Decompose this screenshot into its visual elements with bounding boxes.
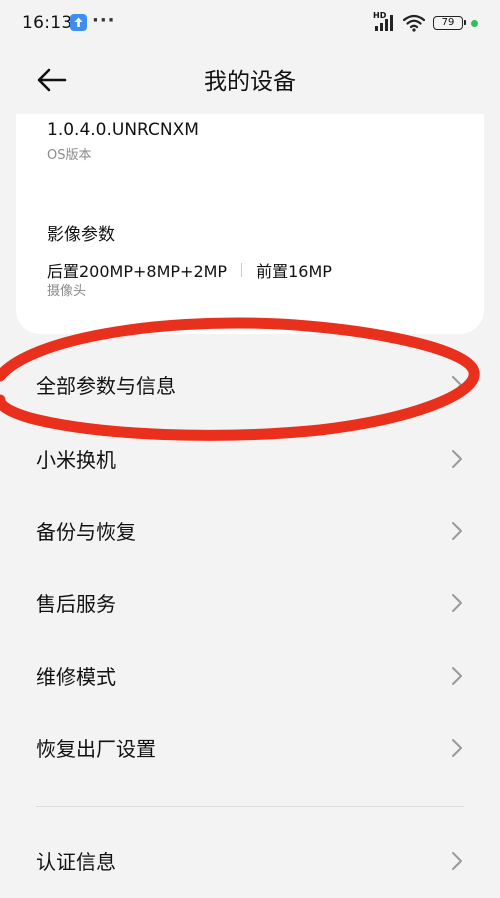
menu-item-backup-restore[interactable]: 备份与恢复 [0, 496, 500, 568]
menu-item-label: 备份与恢复 [36, 520, 136, 544]
rear-camera-value: 后置200MP+8MP+2MP [47, 262, 228, 281]
camera-label: 摄像头 [47, 284, 87, 299]
camera-divider [241, 263, 243, 277]
menu-item-factory-reset[interactable]: 恢复出厂设置 [0, 713, 500, 785]
menu-item-label: 全部参数与信息 [36, 374, 176, 398]
status-indicators: HD 79 [373, 12, 478, 33]
wifi-icon [403, 14, 425, 32]
chevron-right-icon [452, 667, 462, 685]
app-header: 我的设备 [0, 48, 500, 112]
menu-item-label: 恢复出厂设置 [36, 737, 156, 761]
page-title: 我的设备 [204, 69, 296, 95]
menu-item-after-sales[interactable]: 售后服务 [0, 568, 500, 640]
more-notifications-icon: ··· [92, 10, 116, 31]
menu-item-label: 认证信息 [36, 850, 116, 874]
menu-item-phone-transfer[interactable]: 小米换机 [0, 424, 500, 496]
status-bar: 16:13 ··· HD 79 [0, 0, 500, 48]
menu-item-all-specs[interactable]: 全部参数与信息 [0, 350, 500, 422]
camera-specs: 后置200MP+8MP+2MP 前置16MP [47, 258, 332, 282]
front-camera-value: 前置16MP [256, 262, 332, 281]
chevron-right-icon [452, 852, 462, 870]
device-info-card: 1.0.4.0.UNRCNXM OS版本 影像参数 后置200MP+8MP+2M… [16, 114, 484, 334]
battery-level: 79 [441, 17, 455, 28]
menu-item-label: 小米换机 [36, 448, 116, 472]
section-divider [36, 806, 464, 807]
os-version-value: 1.0.4.0.UNRCNXM [47, 120, 199, 140]
chevron-right-icon [452, 450, 462, 468]
menu-item-label: 维修模式 [36, 665, 116, 689]
charging-indicator-icon [471, 19, 478, 27]
chevron-right-icon [452, 594, 462, 612]
menu-item-certification[interactable]: 认证信息 [0, 826, 500, 898]
menu-item-label: 售后服务 [36, 592, 116, 616]
os-version-label: OS版本 [47, 148, 92, 163]
cellular-signal-icon: HD [373, 12, 395, 32]
menu-item-repair-mode[interactable]: 维修模式 [0, 641, 500, 713]
battery-icon: 79 [433, 16, 466, 30]
chevron-right-icon [452, 376, 462, 394]
camera-section-title: 影像参数 [47, 225, 115, 245]
chevron-right-icon [452, 522, 462, 540]
status-time: 16:13 [22, 13, 73, 33]
chevron-right-icon [452, 739, 462, 757]
upload-arrow-icon [70, 14, 87, 31]
